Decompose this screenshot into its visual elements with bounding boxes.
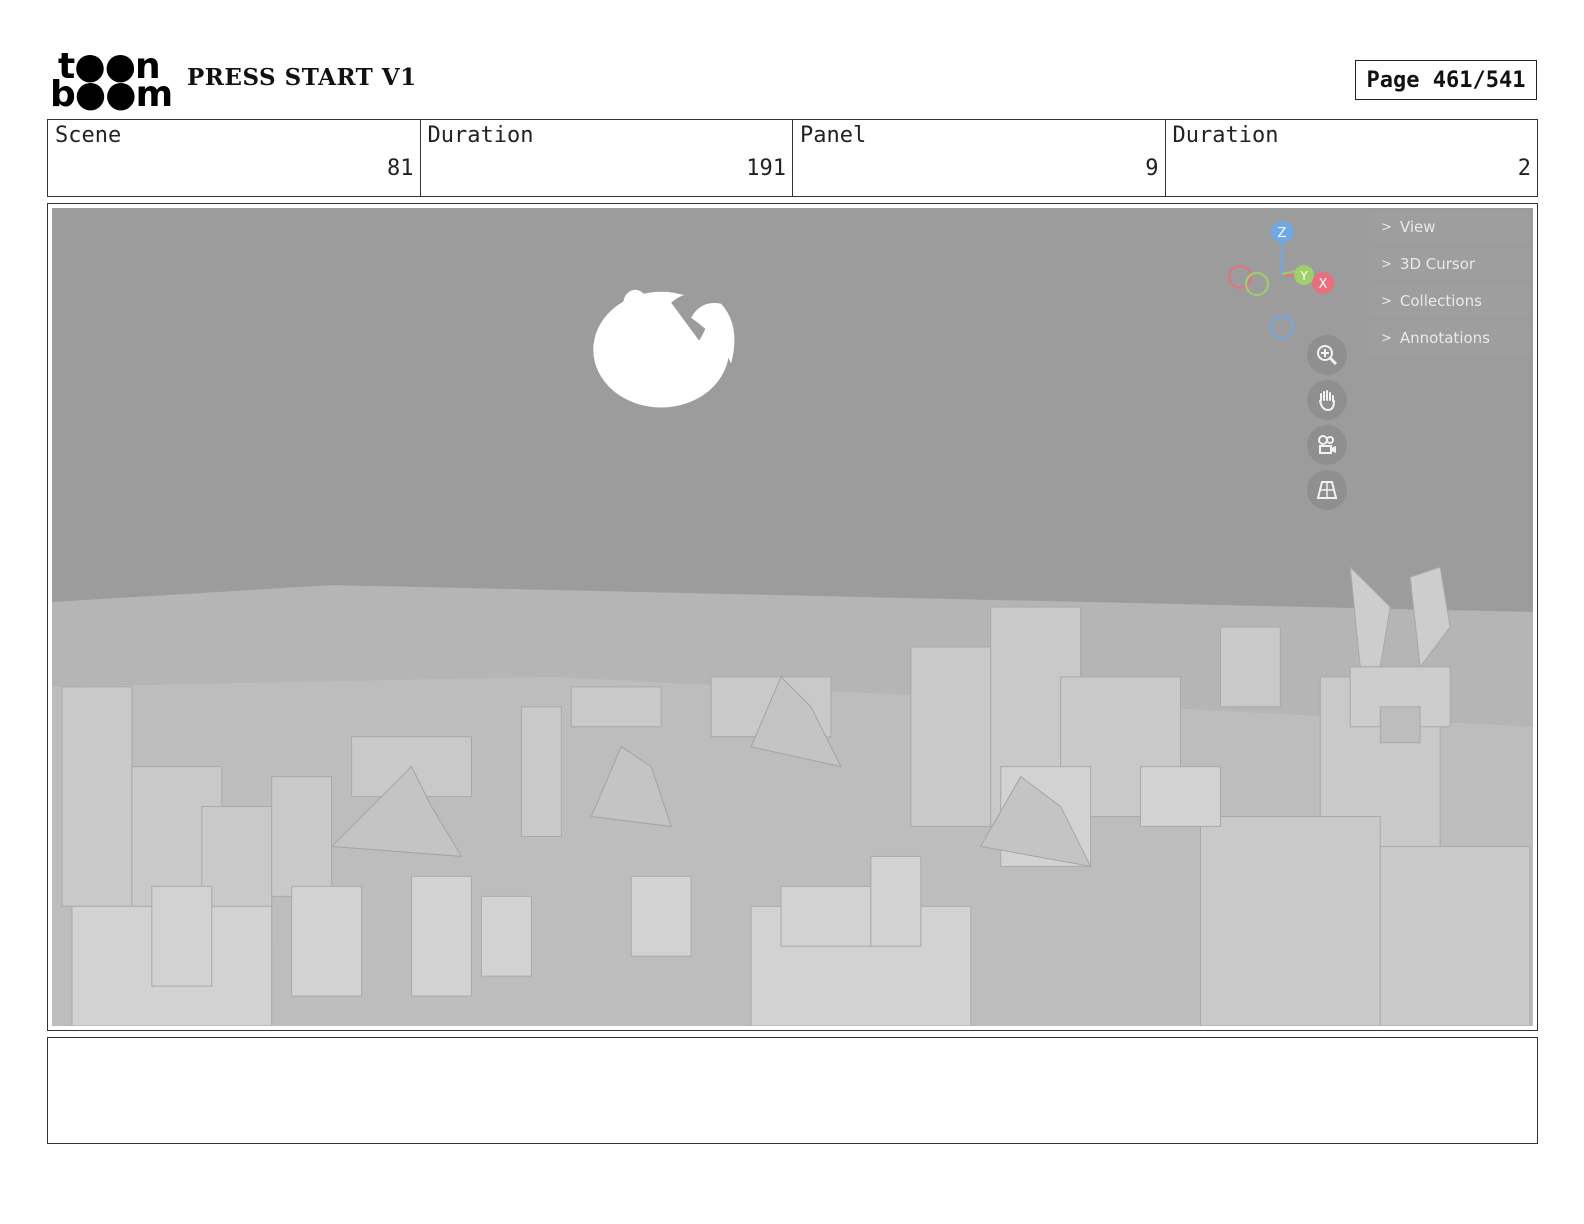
panel-notes-box[interactable] [47, 1037, 1538, 1144]
zoom-icon[interactable] [1307, 335, 1347, 375]
z-axis-label: Z [1278, 226, 1287, 241]
scene-duration-label: Duration [427, 123, 534, 148]
scene-duration-value: 191 [746, 156, 786, 181]
storyboard-panel-frame: Z Y X > View > 3D Cursor > Collections >… [47, 203, 1538, 1031]
3d-viewport-screenshot: Z Y X > View > 3D Cursor > Collections >… [52, 208, 1533, 1026]
panel-value: 9 [1145, 156, 1159, 181]
sidebar-item-3d-cursor[interactable]: > 3D Cursor [1369, 247, 1529, 281]
x-axis-label: X [1319, 277, 1328, 292]
grid-perspective-icon[interactable] [1307, 470, 1347, 510]
scene-value: 81 [387, 156, 414, 181]
sidebar-item-label: Annotations [1399, 329, 1490, 347]
panel-info-table: Scene 81 Duration 191 Panel 9 Duration 2 [47, 119, 1538, 197]
axis-gizmo[interactable]: Z Y X [1227, 214, 1347, 344]
chevron-right-icon: > [1381, 256, 1392, 272]
logo-bottom-text: b●●m [50, 74, 173, 115]
toon-boom-logo: t●●n b●●m [50, 49, 173, 113]
sidebar-item-label: Collections [1399, 292, 1482, 310]
scene-cell: Scene 81 [48, 120, 421, 196]
panel-cell: Panel 9 [793, 120, 1166, 196]
neg-z-axis-handle [1270, 315, 1294, 339]
panel-duration-label: Duration [1172, 123, 1279, 148]
hand-pan-icon[interactable] [1307, 380, 1347, 420]
sidebar-item-label: 3D Cursor [1399, 255, 1476, 273]
sidebar-item-annotations[interactable]: > Annotations [1369, 321, 1529, 355]
chevron-right-icon: > [1381, 219, 1392, 235]
camera-icon[interactable] [1307, 425, 1347, 465]
project-title: PRESS START V1 [187, 64, 417, 91]
panel-duration-value: 2 [1517, 156, 1531, 181]
page-number: Page 461/541 [1355, 60, 1537, 100]
sidebar-item-label: View [1399, 218, 1436, 236]
panel-label: Panel [800, 123, 867, 148]
y-axis-label: Y [1299, 269, 1308, 283]
scene-label: Scene [55, 123, 122, 148]
sidebar-item-view[interactable]: > View [1369, 210, 1529, 244]
chevron-right-icon: > [1381, 330, 1392, 346]
sidebar-n-panel: > View > 3D Cursor > Collections > Annot… [1369, 210, 1529, 358]
sidebar-item-collections[interactable]: > Collections [1369, 284, 1529, 318]
panel-duration-cell: Duration 2 [1166, 120, 1538, 196]
scene-duration-cell: Duration 191 [421, 120, 793, 196]
chevron-right-icon: > [1381, 293, 1392, 309]
